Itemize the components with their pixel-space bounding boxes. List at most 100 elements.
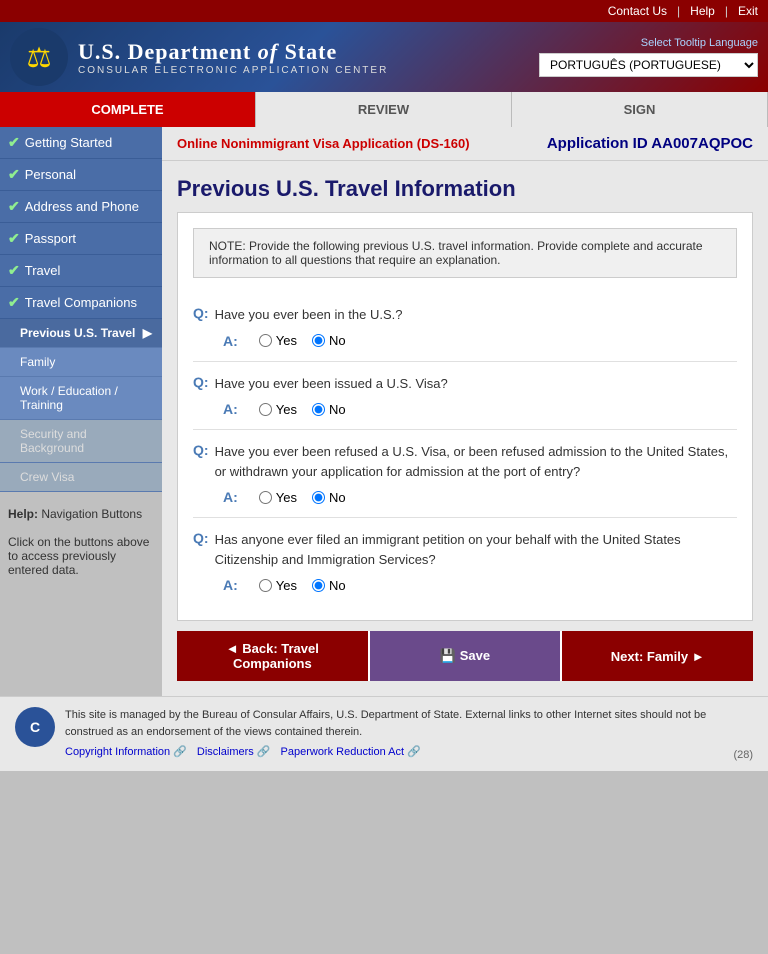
footer-links: Copyright Information 🔗 Disclaimers 🔗 Pa… [65,744,723,761]
q4-no-radio[interactable] [312,579,325,592]
sidebar-item-passport[interactable]: ✔ Passport [0,223,162,255]
answer-row-2: A: Yes No [193,401,737,417]
q3-yes-option[interactable]: Yes [259,490,297,505]
q1-no-radio[interactable] [312,334,325,347]
seal-icon: ⚖ [10,28,68,86]
nav-buttons: ◄ Back: Travel Companions 💾 Save Next: F… [177,631,753,681]
q3-no-radio[interactable] [312,491,325,504]
question-block-1: Q: Have you ever been in the U.S.? A: Ye… [193,293,737,362]
app-header: Online Nonimmigrant Visa Application (DS… [162,127,768,161]
footer-seal-icon: C [15,707,55,747]
q2-no-radio[interactable] [312,403,325,416]
help-link[interactable]: Help [690,4,715,18]
q-text-4: Has anyone ever filed an immigrant petit… [215,530,737,569]
tooltip-language-select[interactable]: PORTUGUÊS (PORTUGUESE) [539,53,758,77]
note-box: NOTE: Provide the following previous U.S… [193,228,737,278]
q-label-1: Q: [193,305,209,321]
q1-no-option[interactable]: No [312,333,346,348]
sidebar-subitem-previous-travel[interactable]: Previous U.S. Travel ▶ [0,319,162,348]
sidebar-subitem-security[interactable]: Security and Background [0,420,162,463]
app-title: Online Nonimmigrant Visa Application (DS… [177,136,470,151]
department-title: U.S. Department of State CONSULAR ELECTR… [78,39,529,76]
app-id: Application ID AA007AQPOC [547,135,753,152]
q4-no-option[interactable]: No [312,578,346,593]
question-row-1: Q: Have you ever been in the U.S.? [193,305,737,325]
tooltip-section: Select Tooltip Language PORTUGUÊS (PORTU… [539,37,758,77]
content-wrapper: ✔ Getting Started ✔ Personal ✔ Address a… [0,127,768,696]
a-label-4: A: [223,577,238,593]
page-number: (28) [733,749,753,761]
contact-link[interactable]: Contact Us [608,4,667,18]
footer: C This site is managed by the Bureau of … [0,696,768,771]
answer-row-1: A: Yes No [193,333,737,349]
q-text-2: Have you ever been issued a U.S. Visa? [215,374,448,394]
progress-tabs: COMPLETE REVIEW SIGN [0,92,768,127]
tab-complete[interactable]: COMPLETE [0,92,256,127]
app-id-label: Application ID [547,135,648,152]
q-label-2: Q: [193,374,209,390]
q4-yes-radio[interactable] [259,579,272,592]
top-bar: Contact Us | Help | Exit [0,0,768,22]
question-row-3: Q: Have you ever been refused a U.S. Vis… [193,442,737,481]
copyright-link[interactable]: Copyright Information 🔗 [65,744,187,761]
q-text-1: Have you ever been in the U.S.? [215,305,403,325]
sidebar-item-travel[interactable]: ✔ Travel [0,255,162,287]
a-label-2: A: [223,401,238,417]
sidebar-item-getting-started[interactable]: ✔ Getting Started [0,127,162,159]
disclaimers-link[interactable]: Disclaimers 🔗 [197,744,271,761]
q3-yes-radio[interactable] [259,491,272,504]
check-icon: ✔ [8,230,20,247]
answer-row-3: A: Yes No [193,489,737,505]
q1-yes-option[interactable]: Yes [259,333,297,348]
q3-no-option[interactable]: No [312,490,346,505]
paperwork-link[interactable]: Paperwork Reduction Act 🔗 [281,744,421,761]
main-content: Online Nonimmigrant Visa Application (DS… [162,127,768,696]
tab-sign[interactable]: SIGN [512,92,768,127]
check-icon: ✔ [8,198,20,215]
separator2: | [725,4,728,18]
question-row-2: Q: Have you ever been issued a U.S. Visa… [193,374,737,394]
question-row-4: Q: Has anyone ever filed an immigrant pe… [193,530,737,569]
exit-link[interactable]: Exit [738,4,758,18]
check-icon: ✔ [8,262,20,279]
question-block-4: Q: Has anyone ever filed an immigrant pe… [193,518,737,605]
help-box: Help: Navigation Buttons Click on the bu… [0,497,162,587]
q2-yes-option[interactable]: Yes [259,402,297,417]
separator1: | [677,4,680,18]
app-id-value: AA007AQPOC [651,135,753,152]
save-button[interactable]: 💾 Save [368,631,563,681]
sidebar: ✔ Getting Started ✔ Personal ✔ Address a… [0,127,162,696]
page-title: Previous U.S. Travel Information [162,161,768,212]
sidebar-subitem-work-education[interactable]: Work / Education / Training [0,377,162,420]
q2-no-option[interactable]: No [312,402,346,417]
footer-body-text: This site is managed by the Bureau of Co… [65,709,706,738]
back-button[interactable]: ◄ Back: Travel Companions [177,631,368,681]
next-button[interactable]: Next: Family ► [562,631,753,681]
check-icon: ✔ [8,294,20,311]
q2-yes-radio[interactable] [259,403,272,416]
center-name: CONSULAR ELECTRONIC APPLICATION CENTER [78,65,529,76]
q4-yes-option[interactable]: Yes [259,578,297,593]
question-block-2: Q: Have you ever been issued a U.S. Visa… [193,362,737,431]
q-label-4: Q: [193,530,209,546]
sidebar-item-personal[interactable]: ✔ Personal [0,159,162,191]
q-text-3: Have you ever been refused a U.S. Visa, … [215,442,737,481]
question-block-3: Q: Have you ever been refused a U.S. Vis… [193,430,737,518]
header: ⚖ U.S. Department of State CONSULAR ELEC… [0,22,768,92]
check-icon: ✔ [8,134,20,151]
sidebar-subitem-family[interactable]: Family [0,348,162,377]
tab-review[interactable]: REVIEW [256,92,512,127]
form-area: NOTE: Provide the following previous U.S… [177,212,753,621]
dept-name: U.S. Department of State [78,39,529,65]
check-icon: ✔ [8,166,20,183]
a-label-3: A: [223,489,238,505]
sidebar-subitem-crew-visa[interactable]: Crew Visa [0,463,162,492]
sidebar-item-travel-companions[interactable]: ✔ Travel Companions [0,287,162,319]
sidebar-item-address-phone[interactable]: ✔ Address and Phone [0,191,162,223]
q-label-3: Q: [193,442,209,458]
answer-row-4: A: Yes No [193,577,737,593]
q1-yes-radio[interactable] [259,334,272,347]
tooltip-label: Select Tooltip Language [641,37,758,49]
a-label-1: A: [223,333,238,349]
arrow-icon: ▶ [143,326,152,340]
